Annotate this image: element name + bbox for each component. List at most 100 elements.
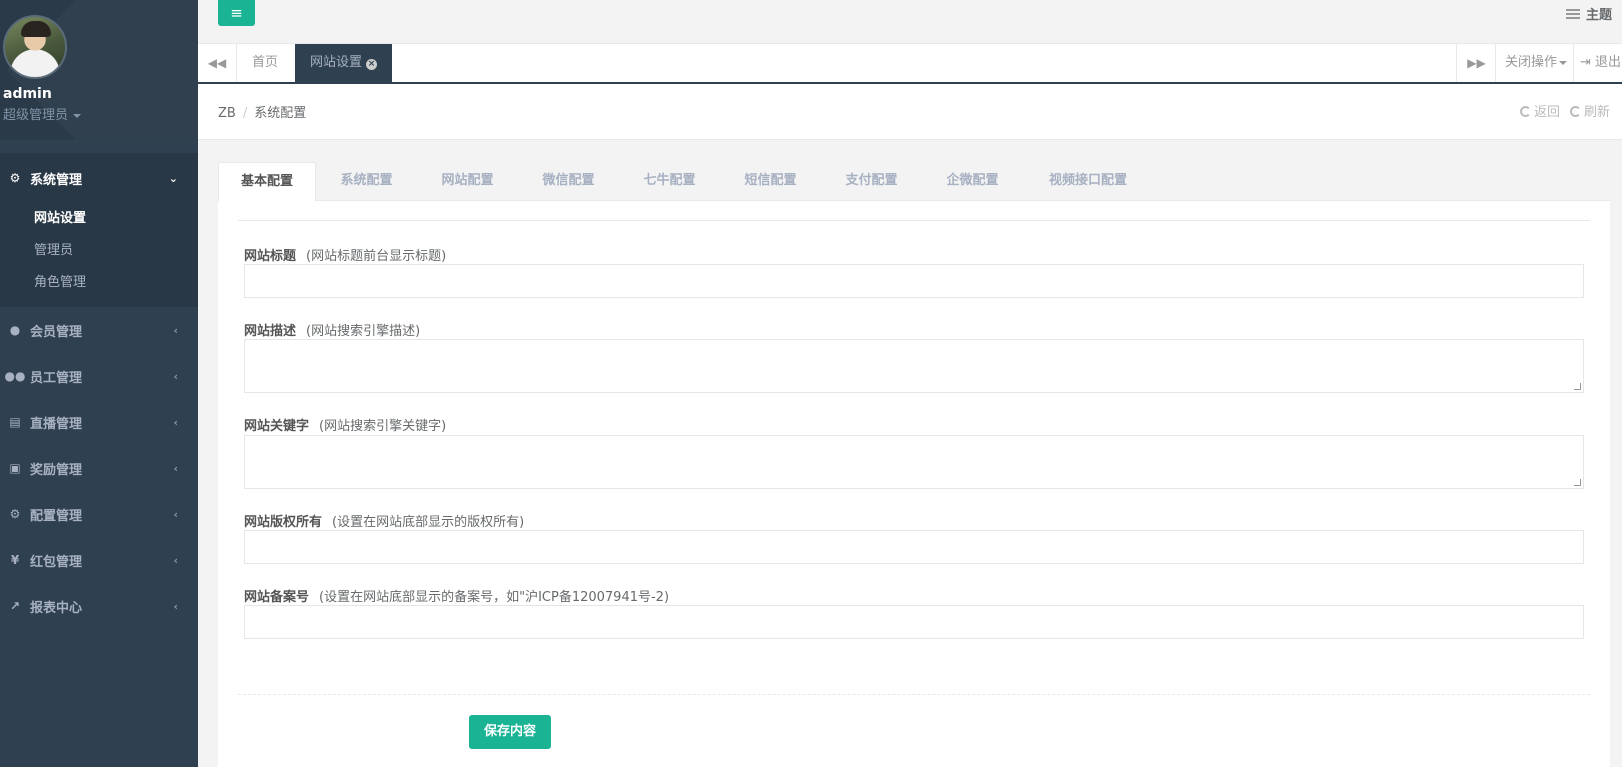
sidebar-item-label: 系统管理: [30, 172, 83, 188]
close-icon[interactable]: ×: [366, 59, 378, 70]
caret-down-icon: [73, 113, 82, 118]
chevron-left-icon: ‹: [173, 323, 178, 337]
config-tab-sms[interactable]: 短信配置: [720, 162, 821, 202]
tabs-scroll-left-button[interactable]: ◀◀: [198, 44, 237, 82]
sidebar-subitem-site-settings[interactable]: 网站设置: [0, 203, 198, 235]
field-label-site-icp: 网站备案号 (设置在网站底部显示的备案号，如"沪ICP备12007941号-2): [244, 586, 669, 605]
breadcrumb: ZB / 系统配置: [218, 102, 306, 121]
sidebar-item-label: 红包管理: [30, 554, 83, 570]
sidebar-item-system[interactable]: ⚙ 系统管理 ⌄: [0, 153, 198, 203]
field-hint: (设置在网站底部显示的版权所有): [332, 515, 525, 530]
sidebar-item-label: 会员管理: [30, 324, 83, 340]
sidebar-item-label: 配置管理: [30, 508, 83, 524]
chevron-left-icon: ‹: [173, 369, 178, 383]
tab-home[interactable]: 首页: [237, 44, 293, 82]
back-button[interactable]: 返回: [1519, 101, 1560, 120]
config-tab-wechat[interactable]: 微信配置: [518, 162, 619, 202]
site-icp-input[interactable]: [244, 605, 1584, 639]
refresh-label: 刷新: [1583, 105, 1610, 120]
save-button[interactable]: 保存内容: [469, 715, 551, 749]
user-icon: ●: [9, 323, 21, 337]
chart-line-icon: ↗: [9, 599, 21, 613]
logout-label: 退出: [1595, 55, 1622, 70]
tab-label: 首页: [252, 55, 279, 70]
forward-icon: ▶▶: [1467, 56, 1486, 70]
gift-icon: ▣: [9, 461, 21, 475]
logout-button[interactable]: ⇥ 退出: [1573, 44, 1622, 82]
breadcrumb-actions: 返回 刷新: [1519, 101, 1610, 120]
profile-name: admin: [3, 86, 52, 102]
close-operations-label: 关闭操作: [1505, 55, 1558, 70]
bars-icon: ≡: [230, 4, 243, 22]
site-copyright-input[interactable]: [244, 530, 1584, 564]
sidebar-item-staff[interactable]: ●● 员工管理 ‹: [0, 353, 198, 399]
config-tab-system[interactable]: 系统配置: [316, 162, 417, 202]
divider: [238, 694, 1590, 695]
close-operations-dropdown[interactable]: 关闭操作: [1495, 44, 1573, 82]
breadcrumb-item-root[interactable]: ZB: [218, 106, 236, 121]
config-tab-qiniu[interactable]: 七牛配置: [619, 162, 720, 202]
avatar[interactable]: [3, 15, 67, 79]
theme-icon: [1565, 8, 1580, 19]
sidebar-item-redpacket[interactable]: ¥ 红包管理 ‹: [0, 537, 198, 583]
sidebar-subitem-roles[interactable]: 角色管理: [0, 267, 198, 299]
tab-label: 网站设置: [310, 55, 363, 70]
profile-role-dropdown[interactable]: 超级管理员: [3, 104, 198, 123]
field-label-text: 网站描述: [244, 324, 297, 339]
field-label-text: 网站标题: [244, 249, 297, 264]
chevron-left-icon: ‹: [173, 553, 178, 567]
config-tab-basic[interactable]: 基本配置: [218, 162, 316, 202]
caret-down-icon: [1559, 60, 1568, 65]
theme-button[interactable]: 主题: [1565, 4, 1612, 23]
site-title-input[interactable]: [244, 264, 1584, 298]
sidebar-item-members[interactable]: ● 会员管理 ‹: [0, 307, 198, 353]
refresh-icon: [1569, 106, 1581, 117]
chevron-down-icon: ⌄: [168, 171, 178, 185]
field-hint: (网站搜索引擎描述): [306, 324, 421, 339]
cogs-icon: ⚙: [9, 171, 21, 185]
config-tab-video-api[interactable]: 视频接口配置: [1023, 162, 1153, 202]
refresh-button[interactable]: 刷新: [1569, 101, 1610, 120]
field-hint: (设置在网站底部显示的备案号，如"沪ICP备12007941号-2): [319, 590, 670, 605]
config-tab-wecom[interactable]: 企微配置: [922, 162, 1023, 202]
breadcrumb-separator: /: [242, 106, 248, 121]
sidebar-item-label: 直播管理: [30, 416, 83, 432]
breadcrumb-item-current: 系统配置: [254, 106, 307, 121]
site-description-textarea[interactable]: [244, 339, 1584, 393]
field-label-site-copyright: 网站版权所有 (设置在网站底部显示的版权所有): [244, 511, 524, 530]
gear-icon: ⚙: [9, 507, 21, 521]
sidebar-subitem-admins[interactable]: 管理员: [0, 235, 198, 267]
config-tab-website[interactable]: 网站配置: [417, 162, 518, 202]
field-label-text: 网站关键字: [244, 419, 310, 434]
field-hint: (网站搜索引擎关键字): [319, 419, 447, 434]
sidebar-group-system: ⚙ 系统管理 ⌄ 网站设置 管理员 角色管理: [0, 140, 198, 307]
backward-icon: ◀◀: [207, 56, 227, 70]
field-label-text: 网站备案号: [244, 590, 310, 605]
chevron-left-icon: ‹: [173, 415, 178, 429]
breadcrumb-bar: ZB / 系统配置 返回 刷新: [198, 84, 1622, 140]
back-label: 返回: [1533, 105, 1560, 120]
tabs-scroll-right-button[interactable]: ▶▶: [1456, 44, 1496, 82]
field-label-site-title: 网站标题 (网站标题前台显示标题): [244, 245, 446, 264]
menu-toggle-button[interactable]: ≡: [218, 0, 255, 26]
tab-site-settings[interactable]: 网站设置 ×: [295, 44, 393, 82]
refresh-icon: [1519, 106, 1531, 117]
config-tab-payment[interactable]: 支付配置: [821, 162, 922, 202]
field-label-site-keywords: 网站关键字 (网站搜索引擎关键字): [244, 415, 446, 434]
profile-role-label: 超级管理员: [3, 108, 69, 123]
sidebar-item-label: 报表中心: [30, 600, 83, 616]
sidebar-item-reports[interactable]: ↗ 报表中心 ‹: [0, 583, 198, 629]
sidebar: admin 超级管理员 ⚙ 系统管理 ⌄ 网站设置 管理员 角色管理 ● 会员管理…: [0, 0, 198, 767]
sidebar-subnav: 网站设置 管理员 角色管理: [0, 203, 198, 307]
sign-out-icon: ⇥: [1580, 55, 1591, 70]
yen-icon: ¥: [10, 553, 20, 567]
users-icon: ●●: [4, 369, 26, 383]
sidebar-item-rewards[interactable]: ▣ 奖励管理 ‹: [0, 445, 198, 491]
field-hint: (网站标题前台显示标题): [306, 249, 447, 264]
site-keywords-textarea[interactable]: [244, 435, 1584, 489]
sidebar-item-live[interactable]: ▤ 直播管理 ‹: [0, 399, 198, 445]
sidebar-item-label: 奖励管理: [30, 462, 83, 478]
sidebar-item-config[interactable]: ⚙ 配置管理 ‹: [0, 491, 198, 537]
chevron-left-icon: ‹: [173, 461, 178, 475]
chevron-left-icon: ‹: [173, 507, 178, 521]
